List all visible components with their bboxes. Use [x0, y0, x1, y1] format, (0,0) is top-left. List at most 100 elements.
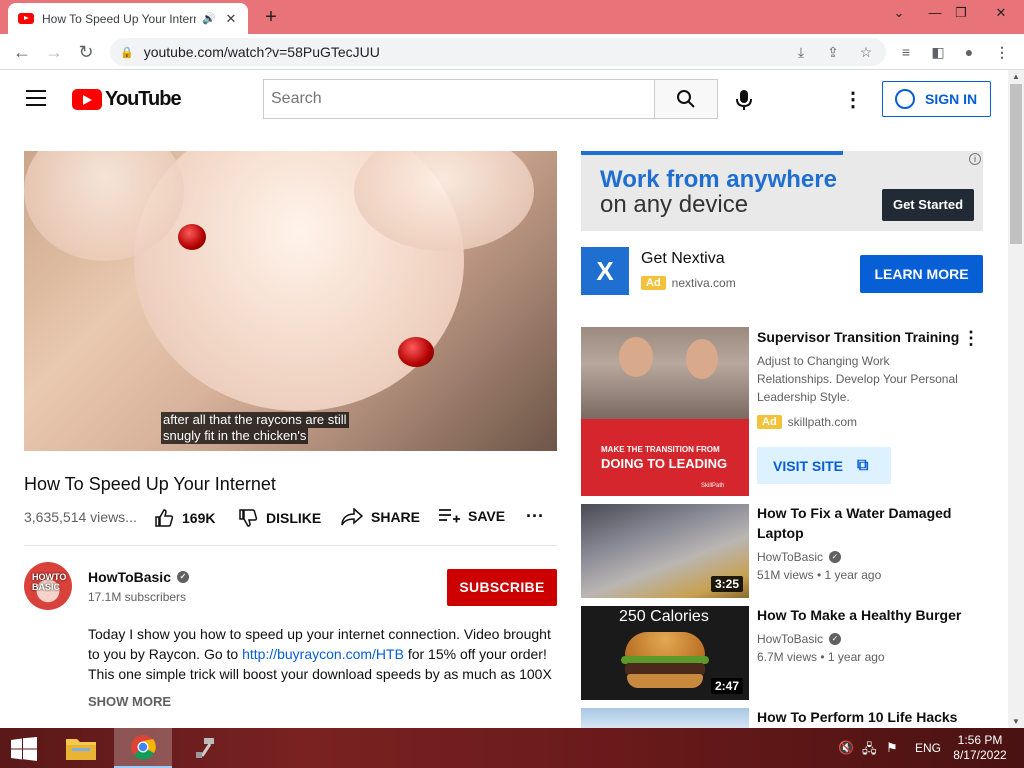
reload-icon[interactable]: ↻ [74, 41, 98, 63]
save-label: SAVE [468, 508, 506, 524]
bookmark-star-icon[interactable]: ☆ [855, 41, 877, 63]
promo-ad-badge: Ad [757, 415, 782, 429]
side-panel-icon[interactable]: ◧ [927, 41, 949, 63]
earbud-left [178, 224, 206, 250]
volume-muted-icon[interactable]: 🔇 [838, 740, 854, 756]
media-control-icon[interactable]: ≡ [895, 41, 917, 63]
duration-badge: 3:25 [710, 576, 743, 592]
promo-thumb-line-1: MAKE THE TRANSITION FROM [601, 445, 720, 454]
recommendation-title[interactable]: How To Perform 10 Life Hacks [757, 707, 967, 727]
ad-info-icon[interactable]: i [969, 153, 981, 165]
search-input[interactable] [271, 90, 655, 108]
forward-icon[interactable]: → [42, 41, 66, 63]
chrome-menu-icon[interactable]: ⋮ [991, 41, 1013, 63]
show-more-button[interactable]: SHOW MORE [88, 694, 171, 709]
recommendation-meta: 51M views • 1 year ago [757, 568, 882, 582]
promo-thumbnail[interactable]: MAKE THE TRANSITION FROM DOING TO LEADIN… [581, 327, 749, 496]
youtube-play-icon [72, 89, 102, 110]
browser-tab[interactable]: How To Speed Up Your Internet 🔊 ✕ [8, 3, 248, 34]
search-button[interactable] [654, 79, 718, 119]
recommendation-title[interactable]: How To Make a Healthy Burger [757, 605, 967, 625]
video-player[interactable]: after all that the raycons are still snu… [24, 151, 557, 451]
browser-toolbar: ← → ↻ 🔒 youtube.com/watch?v=58PuGTecJUU … [0, 34, 1024, 70]
share-page-icon[interactable]: ⇪ [822, 41, 844, 63]
tab-search-icon[interactable]: ⌄ [884, 2, 914, 24]
recommendation-thumbnail[interactable] [581, 708, 749, 728]
sign-in-button[interactable]: SIGN IN [882, 81, 991, 117]
profile-icon[interactable]: ● [958, 41, 980, 63]
close-window-button[interactable]: ✕ [986, 2, 1016, 24]
share-button[interactable]: SHARE [341, 508, 420, 526]
page-scrollbar[interactable]: ▲ ▼ [1008, 70, 1024, 728]
display-ad-banner[interactable]: Work from anywhere on any device Get Sta… [581, 151, 983, 231]
network-icon[interactable]: 🖧 [862, 740, 877, 762]
tools-taskbar-button[interactable] [178, 728, 234, 768]
add-to-playlist-icon [439, 509, 460, 523]
tab-close-icon[interactable]: ✕ [222, 11, 240, 27]
visit-site-button[interactable]: VISIT SITE ⧉ [757, 447, 891, 484]
recommendation-channel-name: HowToBasic [757, 632, 824, 646]
search-box[interactable] [263, 79, 655, 119]
subscriber-count: 17.1M subscribers [88, 590, 187, 604]
recommendation-thumbnail[interactable]: 250 Calories 2:47 [581, 606, 749, 700]
like-button[interactable]: 169K [154, 508, 215, 528]
system-clock[interactable]: 1:56 PM 8/17/2022 [945, 733, 1015, 763]
promo-thumb-brand: SkillPath [701, 483, 725, 489]
recommendation-channel[interactable]: HowToBasic ✓ [757, 632, 842, 646]
browser-tab-strip: How To Speed Up Your Internet 🔊 ✕ + ⌄ — … [0, 0, 1024, 34]
channel-name[interactable]: HowToBasic ✓ [88, 569, 189, 585]
account-icon [895, 89, 915, 109]
chrome-icon [131, 735, 156, 760]
channel-avatar[interactable]: HOWTO BASIC [24, 562, 72, 610]
tools-icon [196, 738, 214, 758]
new-tab-button[interactable]: + [260, 6, 282, 29]
chrome-taskbar-button[interactable] [114, 728, 172, 768]
get-started-button[interactable]: Get Started [882, 189, 974, 221]
view-count[interactable]: 3,635,514 views... [24, 509, 137, 525]
voice-search-button[interactable] [727, 83, 761, 117]
description-link[interactable]: http://buyraycon.com/HTB [242, 646, 404, 662]
promo-menu-icon[interactable]: ⋮ [962, 328, 980, 349]
share-icon [341, 508, 363, 526]
promo-title[interactable]: Supervisor Transition Training [757, 329, 959, 345]
flag-notification-icon[interactable]: ⚑ [886, 740, 898, 756]
windows-start-icon[interactable] [10, 737, 38, 761]
url-text: youtube.com/watch?v=58PuGTecJUU [143, 44, 380, 60]
subscribe-button[interactable]: SUBSCRIBE [447, 569, 557, 606]
nextiva-logo[interactable]: X [581, 247, 629, 295]
learn-more-button[interactable]: LEARN MORE [860, 255, 983, 293]
scrollbar-thumb[interactable] [1010, 84, 1022, 244]
save-button[interactable]: SAVE [438, 508, 505, 524]
install-icon[interactable]: ⤓ [790, 41, 812, 63]
ad-site: Ad nextiva.com [641, 276, 736, 290]
promo-description: Adjust to Changing Work Relationships. D… [757, 354, 958, 404]
ad-headline-2: on any device [600, 191, 749, 218]
duration-badge: 2:47 [710, 678, 743, 694]
file-explorer-taskbar-button[interactable] [53, 728, 109, 768]
external-link-icon: ⧉ [857, 456, 869, 474]
promo-site: Ad skillpath.com [757, 415, 857, 429]
promo-site-text: skillpath.com [787, 415, 858, 429]
ad-headline-1: Work from anywhere [600, 166, 837, 193]
promo-person-left [619, 337, 653, 377]
speaker-icon[interactable]: 🔊 [202, 12, 216, 25]
settings-menu-icon[interactable]: ⋮ [843, 88, 863, 112]
thumbs-down-icon [239, 509, 258, 527]
recommendation-channel[interactable]: HowToBasic ✓ [757, 550, 842, 564]
earbud-right [398, 337, 434, 367]
language-indicator[interactable]: ENG [915, 741, 941, 755]
restore-button[interactable]: ❐ [946, 2, 976, 24]
scroll-down-icon[interactable]: ▼ [1012, 717, 1020, 726]
scroll-up-icon[interactable]: ▲ [1012, 72, 1020, 81]
back-icon[interactable]: ← [10, 41, 34, 63]
ad-brand-name[interactable]: Get Nextiva [641, 250, 725, 268]
dislike-button[interactable]: DISLIKE [238, 508, 321, 528]
more-actions-icon[interactable]: ··· [526, 506, 544, 527]
dislike-label: DISLIKE [266, 510, 322, 526]
recommendation-thumbnail[interactable]: 3:25 [581, 504, 749, 598]
address-bar[interactable]: 🔒 youtube.com/watch?v=58PuGTecJUU [110, 38, 886, 66]
recommendation-title[interactable]: How To Fix a Water Damaged Laptop [757, 503, 967, 543]
hamburger-menu-icon[interactable] [26, 90, 46, 106]
youtube-logo[interactable]: YouTube [72, 88, 182, 111]
windows-taskbar: 🔇 🖧 ⚑ ENG 1:56 PM 8/17/2022 [0, 728, 1024, 768]
